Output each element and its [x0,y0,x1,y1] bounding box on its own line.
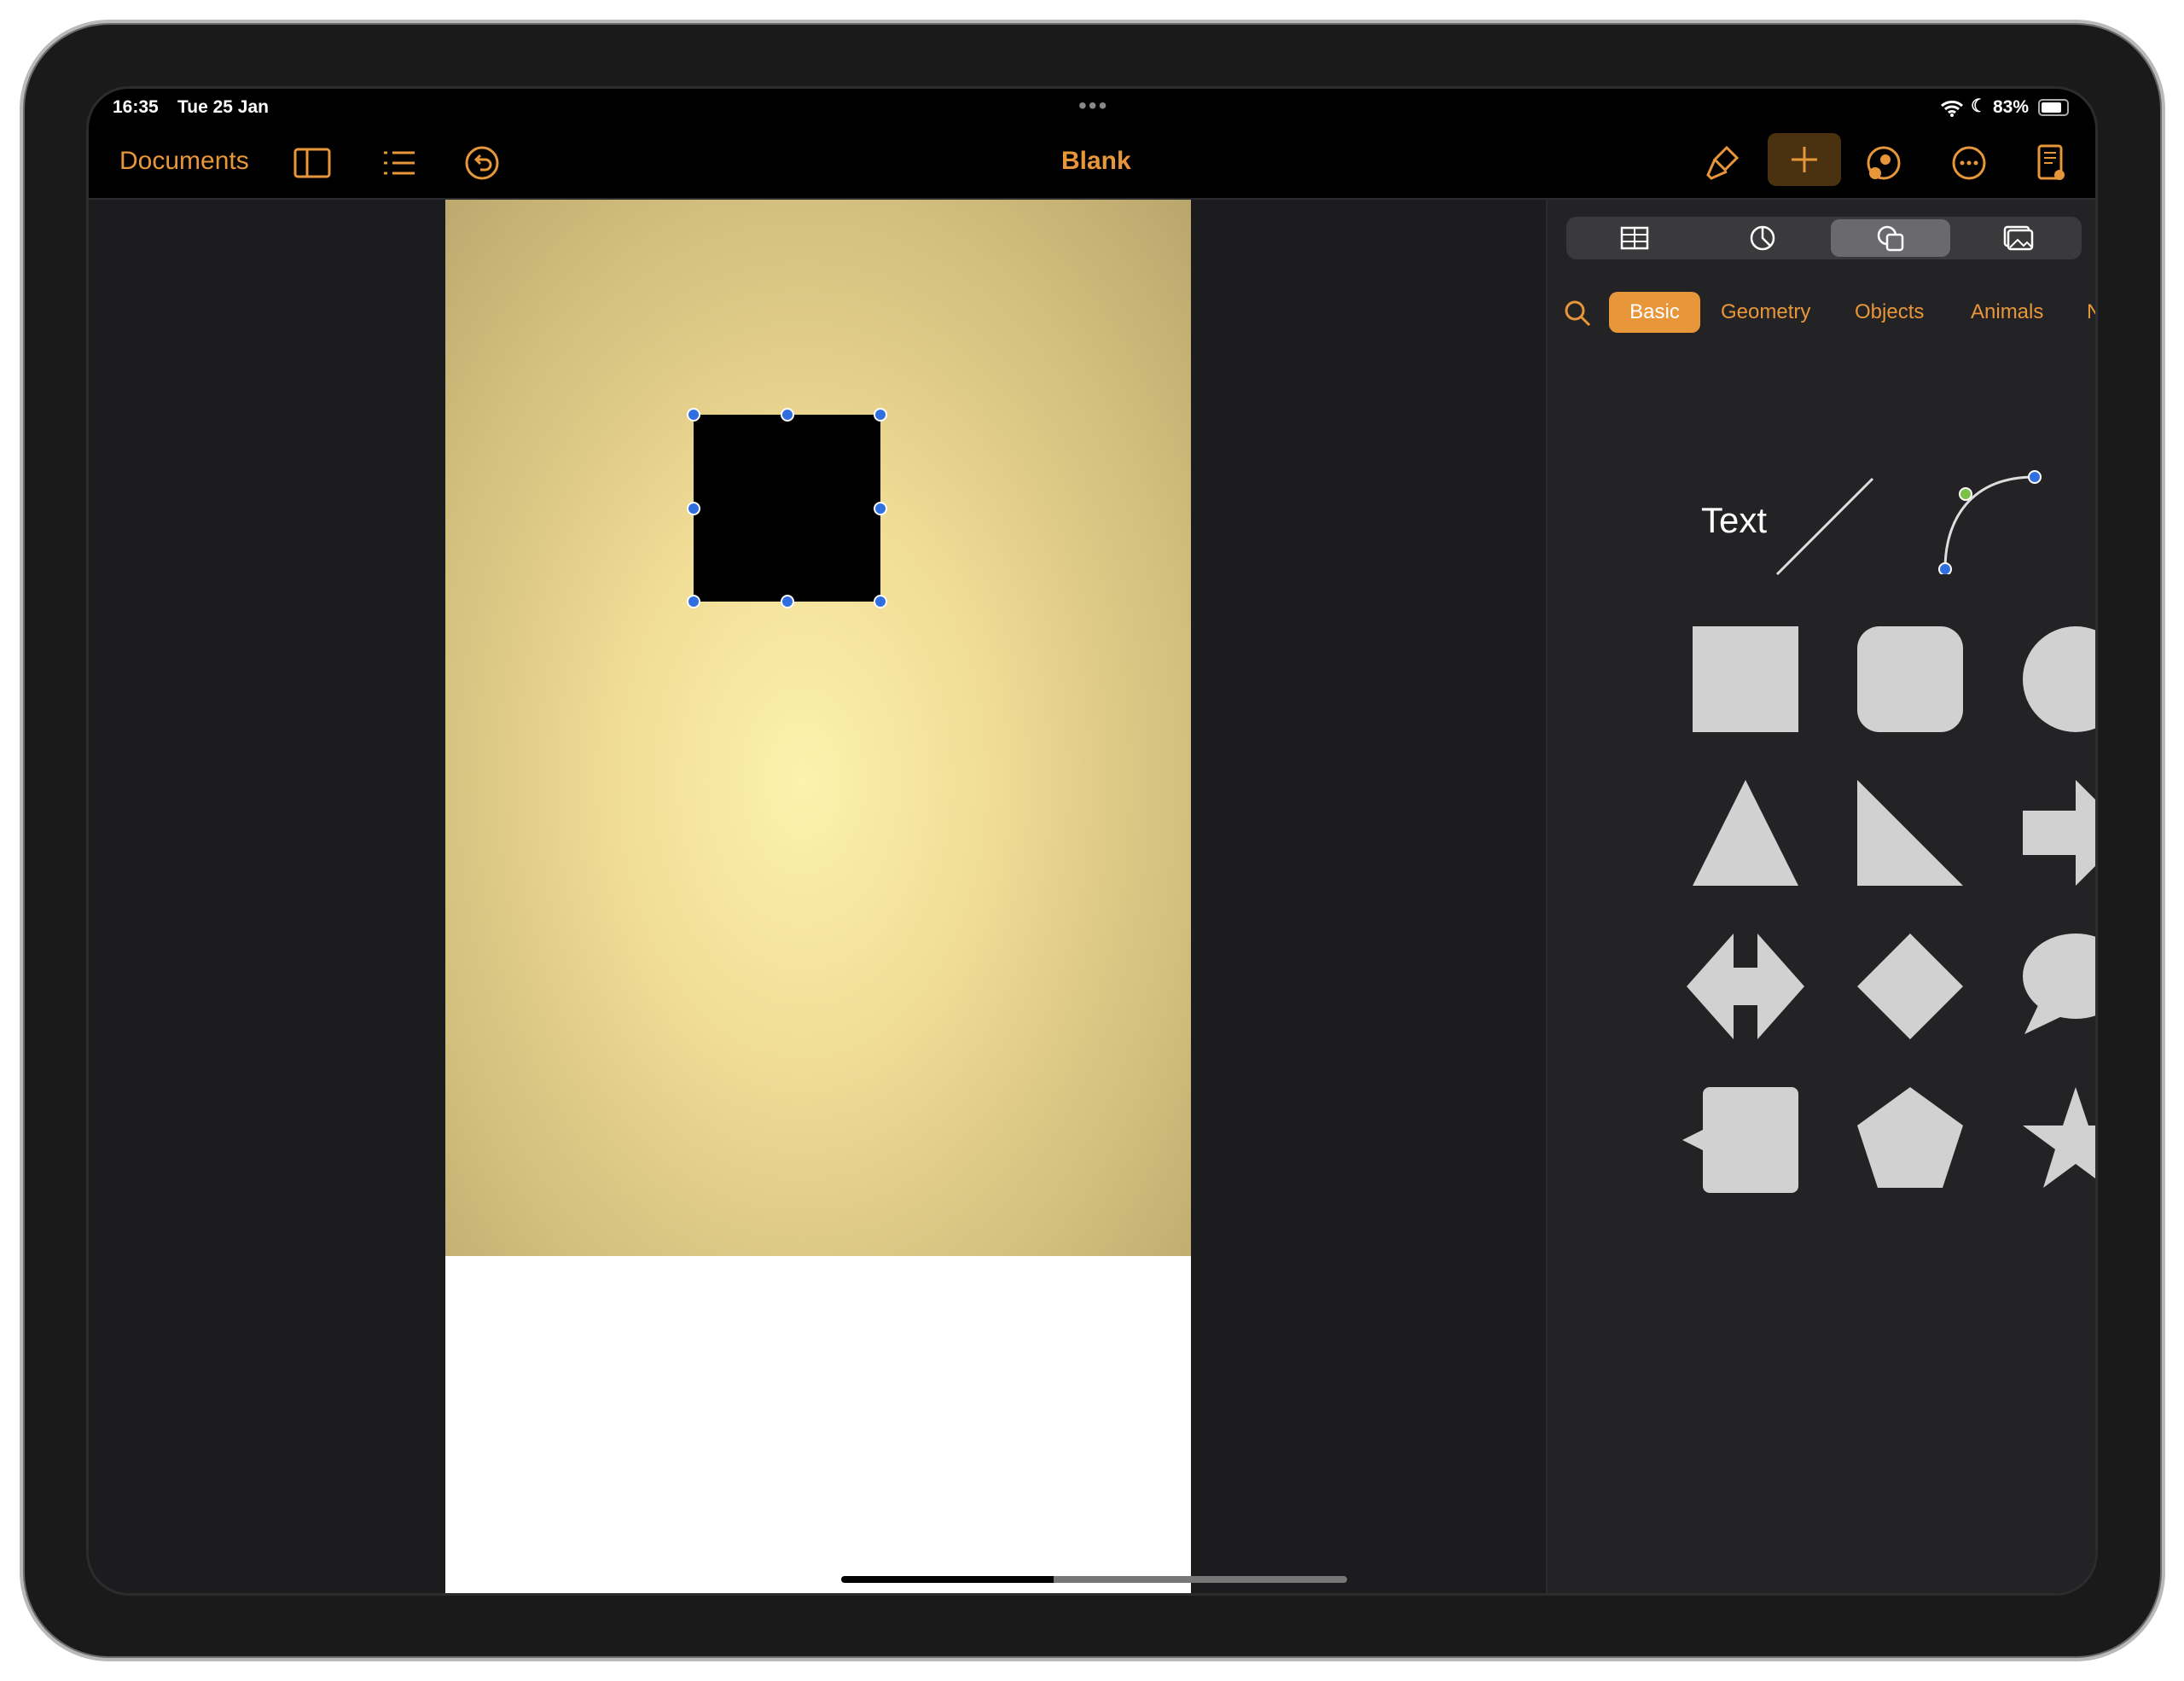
chart-icon [1750,225,1775,251]
category-next[interactable]: N [2087,292,2095,333]
reading-view-icon[interactable] [2030,143,2071,183]
page-lower[interactable] [445,1256,1191,1593]
table-icon [1620,226,1649,250]
tab-media[interactable] [1959,219,2078,257]
battery-percent: 83% [1993,97,2030,117]
insert-type-tabs [1566,217,2082,259]
resize-handle[interactable] [687,502,700,515]
multitasking-dots-icon[interactable]: ••• [1078,92,1108,119]
format-brush-icon[interactable] [1701,143,1742,183]
moon-icon: ☾ [1971,96,1987,116]
resize-handle[interactable] [781,595,794,608]
shape-triangle[interactable] [1693,780,1798,886]
document-title: Blank [1061,147,1131,175]
shape-rounded-square[interactable] [1857,626,1963,732]
home-indicator[interactable] [841,1576,1347,1583]
shape-right-triangle[interactable] [1857,780,1963,886]
tab-tables[interactable] [1575,219,1694,257]
shapes-icon [1877,225,1904,252]
wifi-icon [1941,100,1963,117]
page-background[interactable] [445,200,1191,1256]
resize-handle[interactable] [687,595,700,608]
shape-square[interactable] [1693,626,1798,732]
shape-speech-bubble[interactable] [2023,934,2098,1039]
toolbar: 16:35 Tue 25 Jan ••• ☾ 83% Documents Bla… [89,89,2095,200]
insert-shapes-panel: Basic Geometry Objects Animals N Text [1546,200,2098,1593]
tab-charts[interactable] [1703,219,1822,257]
shape-double-arrow[interactable] [1687,934,1804,1039]
shape-star[interactable] [2023,1087,2098,1193]
category-geometry[interactable]: Geometry [1721,292,1810,333]
search-icon[interactable] [1563,299,1592,328]
resize-handle[interactable] [874,408,887,422]
undo-icon[interactable] [462,143,502,183]
more-icon[interactable] [1949,143,1989,183]
shape-callout-square[interactable] [1682,1087,1800,1193]
shape-line[interactable] [1772,474,1878,579]
sidebar-icon[interactable] [292,143,333,183]
category-objects[interactable]: Objects [1855,292,1924,333]
screen: 16:35 Tue 25 Jan ••• ☾ 83% Documents Bla… [86,86,2098,1596]
collaborate-icon[interactable] [1863,143,1904,183]
status-time: 16:35 [113,97,159,117]
shape-arrow[interactable] [2023,780,2098,886]
tab-shapes[interactable] [1831,219,1950,257]
documents-button[interactable]: Documents [119,147,249,176]
resize-handle[interactable] [781,408,794,422]
shape-pentagon[interactable] [1857,1087,1963,1193]
insert-button[interactable] [1768,133,1841,186]
resize-handle[interactable] [687,408,700,422]
status-date: Tue 25 Jan [177,97,269,117]
selected-square-shape[interactable] [687,408,887,608]
media-icon [2003,225,2034,251]
list-icon[interactable] [379,143,420,183]
category-animals[interactable]: Animals [1971,292,2043,333]
category-basic[interactable]: Basic [1609,292,1700,333]
shape-diamond[interactable] [1857,934,1963,1039]
battery-icon [2038,99,2069,116]
resize-handle[interactable] [874,595,887,608]
shape-curve[interactable] [1937,468,2042,574]
resize-handle[interactable] [874,502,887,515]
shape-circle[interactable] [2023,626,2098,732]
shape-text[interactable]: Text [1701,500,1767,541]
